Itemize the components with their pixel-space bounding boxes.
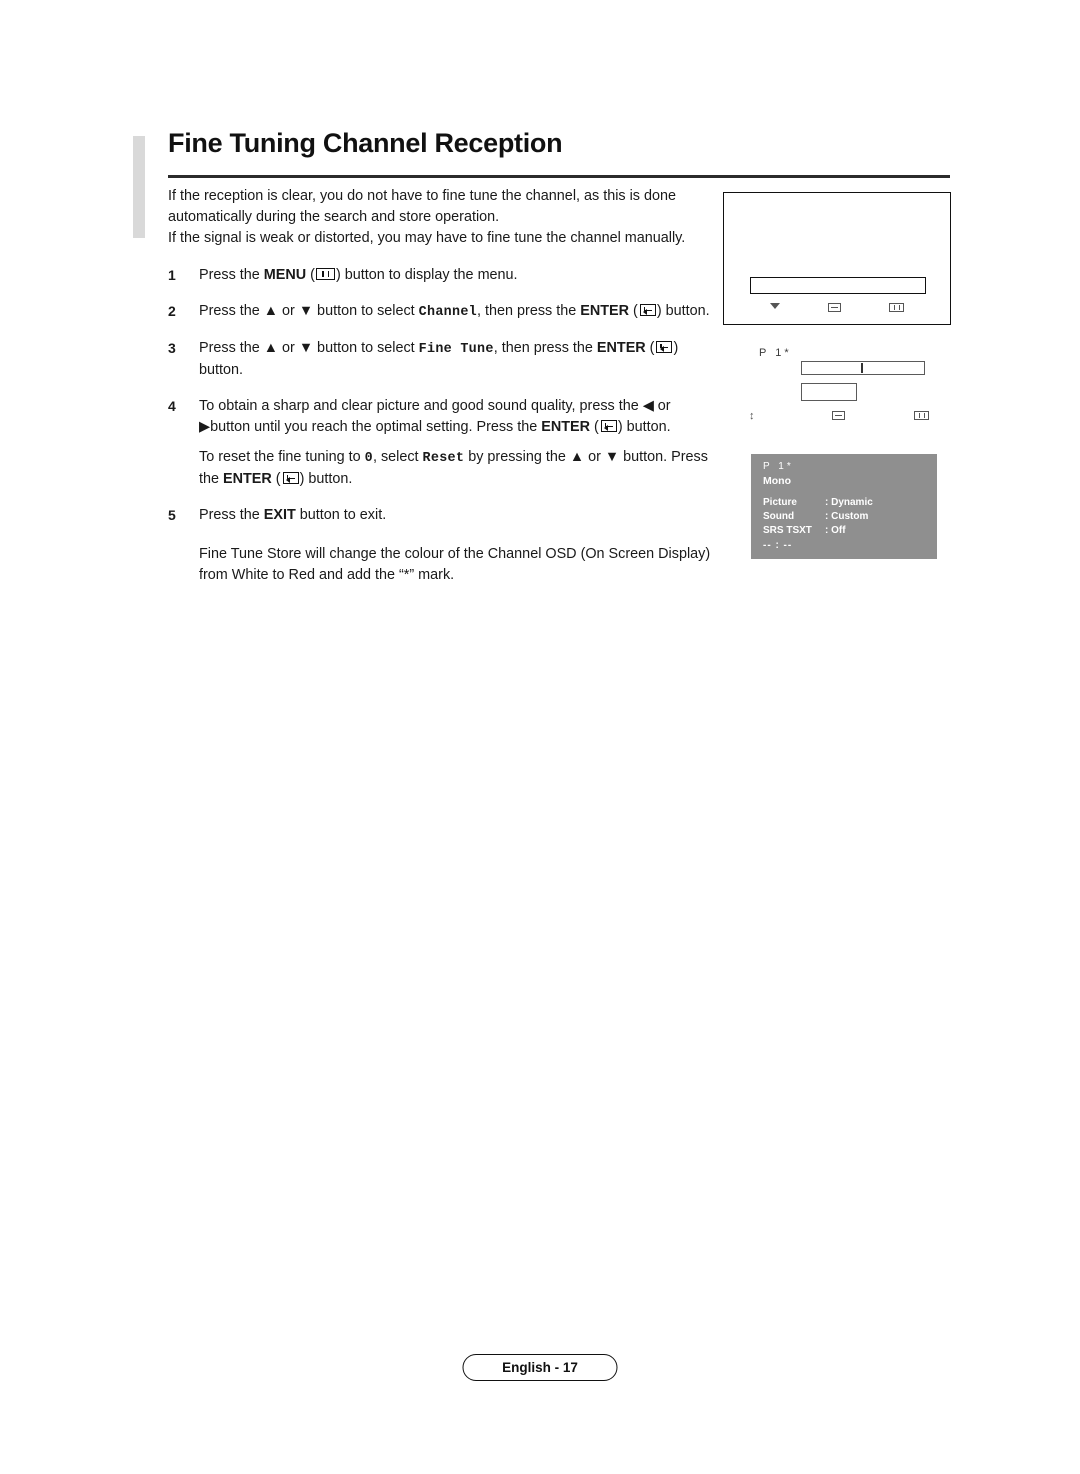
step-1-text: Press the MENU ( ) button to display the …	[199, 265, 714, 286]
step-4-enter-label: ENTER	[541, 419, 591, 435]
substep-menu-item-reset: Reset	[422, 451, 465, 466]
step-3-mid: , then press the	[493, 340, 597, 356]
osd-figure-2-asterisk: *	[784, 347, 792, 359]
step-2-number: 2	[168, 303, 176, 319]
osd-figure-3-row-sound: Sound : Custom	[763, 510, 925, 524]
step-1-number: 1	[168, 267, 176, 283]
step-2-menu-item: Channel	[418, 305, 478, 320]
return-icon	[831, 411, 845, 420]
substep-value-zero: 0	[364, 451, 373, 466]
osd-figure-1-bar	[750, 277, 926, 294]
step-4-substep: To reset the fine tuning to 0, select Re…	[168, 447, 714, 490]
substep-line-1b: , select	[372, 449, 423, 465]
osd-figure-2-slider	[801, 361, 925, 375]
osd-figure-3-row-sound-key: Sound	[763, 511, 795, 522]
osd-figure-1-icons	[724, 303, 950, 312]
intro-line-1: If the reception is clear, you do not ha…	[168, 188, 677, 204]
updown-icon: ↕	[749, 410, 755, 422]
down-triangle-icon	[770, 303, 780, 309]
return-icon	[828, 303, 841, 312]
osd-figure-3-row-picture-value: : Dynamic	[825, 497, 873, 508]
osd-figure-2-icons: ↕	[749, 411, 929, 422]
step-4-line-2a: button until you reach the optimal setti…	[210, 419, 542, 435]
step-3-menu-item: Fine Tune	[418, 342, 494, 357]
menu-bars-icon	[889, 303, 904, 312]
intro-line-2: automatically during the search and stor…	[168, 209, 500, 225]
step-5: 5 Press the EXIT button to exit.	[168, 505, 714, 526]
document-page: Fine Tuning Channel Reception If the rec…	[0, 0, 1080, 1474]
substep-line-1a: To reset the fine tuning to	[199, 449, 365, 465]
enter-icon	[656, 341, 673, 353]
step-1-post: ) button to display the menu.	[335, 267, 518, 283]
osd-figure-3-asterisk: *	[786, 461, 794, 472]
osd-figure-3-row-srs-value: : Off	[825, 525, 846, 536]
page-title-block: Fine Tuning Channel Reception	[140, 128, 950, 178]
step-1: 1 Press the MENU ( ) button to display th…	[168, 265, 714, 286]
step-4: 4 To obtain a sharp and clear picture an…	[168, 396, 714, 438]
step-3-pre: Press the ▲ or ▼ button to select	[199, 340, 419, 356]
menu-icon	[315, 268, 335, 280]
osd-figure-1	[723, 192, 951, 325]
osd-figure-2: P 1* ↕	[723, 345, 951, 441]
osd-figure-2-field	[801, 383, 857, 401]
step-5-number: 5	[168, 507, 176, 523]
note-block: Fine Tune Store will change the colour o…	[168, 544, 714, 586]
osd-figure-2-channel-label: P 1*	[759, 347, 792, 359]
osd-figure-2-channel-text: P 1	[759, 347, 785, 359]
enter-icon	[282, 472, 299, 484]
page-footer-label: English - 17	[502, 1360, 578, 1375]
enter-icon	[639, 304, 656, 316]
enter-icon	[600, 420, 617, 432]
substep-line-2b: ) button.	[299, 471, 353, 487]
step-4-line-2: button until you reach the optimal setti…	[210, 419, 671, 435]
steps-list: 1 Press the MENU ( ) button to display th…	[168, 265, 714, 586]
step-2-text: Press the ▲ or ▼ button to select Channe…	[199, 303, 710, 320]
step-1-pre: Press the	[199, 267, 264, 283]
step-3-number: 3	[168, 340, 176, 356]
osd-figure-3-row-picture: Picture : Dynamic	[763, 496, 925, 510]
menu-bars-icon	[914, 411, 929, 420]
osd-figure-3-time: -- : --	[763, 540, 793, 551]
step-4-number: 4	[168, 398, 176, 414]
osd-figure-3-row-picture-key: Picture	[763, 497, 797, 508]
osd-figure-3-row-srs-key: SRS TSXT	[763, 525, 812, 536]
step-4-line-2b: ) button.	[617, 419, 671, 435]
step-2-pre: Press the ▲ or ▼ button to select	[199, 303, 419, 319]
osd-figure-3: P 1* Mono Picture : Dynamic Sound : Cust…	[751, 454, 937, 559]
step-5-pre: Press the	[199, 507, 264, 523]
step-3-text: Press the ▲ or ▼ button to select Fine T…	[199, 340, 679, 378]
step-2-mid: , then press the	[477, 303, 581, 319]
note-line-1: Fine Tune Store will change the colour o…	[199, 546, 655, 562]
step-3-enter-label: ENTER	[596, 340, 646, 356]
osd-figure-2-slider-knob	[861, 363, 863, 373]
osd-figure-3-row-sound-value: : Custom	[825, 511, 869, 522]
step-5-post: button to exit.	[295, 507, 387, 523]
osd-figure-3-mono-label: Mono	[763, 475, 791, 487]
title-rule	[168, 175, 950, 178]
intro-paragraph: If the reception is clear, you do not ha…	[168, 186, 714, 249]
page-title: Fine Tuning Channel Reception	[168, 128, 563, 158]
step-1-menu-label: MENU	[263, 267, 307, 283]
step-3: 3 Press the ▲ or ▼ button to select Fine…	[168, 338, 714, 381]
osd-figure-3-row-srs: SRS TSXT : Off	[763, 524, 925, 538]
step-2: 2 Press the ▲ or ▼ button to select Chan…	[168, 301, 714, 323]
step-5-text: Press the EXIT button to exit.	[199, 505, 714, 526]
osd-figure-3-channel-text: P 1	[763, 461, 787, 472]
step-2-enter-label: ENTER	[580, 303, 630, 319]
substep-enter-label: ENTER	[223, 471, 272, 487]
step-2-post: ) button.	[656, 303, 710, 319]
osd-figure-3-channel-label: P 1*	[763, 461, 925, 472]
step-5-exit-label: EXIT	[263, 507, 296, 523]
substep-line-1c: by pressing the ▲ or ▼	[464, 449, 620, 465]
osd-illustrations: P 1* ↕ P 1* Mono Picture : Dynamic Sound…	[723, 192, 955, 559]
step-1-mid: (	[306, 267, 315, 283]
body-content: If the reception is clear, you do not ha…	[168, 186, 714, 586]
page-footer-badge: English - 17	[462, 1354, 618, 1381]
step-4-text: To obtain a sharp and clear picture and …	[199, 396, 714, 438]
intro-line-3: If the signal is weak or distorted, you …	[168, 230, 686, 246]
substep-line-1: To reset the fine tuning to 0, select Re…	[199, 449, 620, 466]
